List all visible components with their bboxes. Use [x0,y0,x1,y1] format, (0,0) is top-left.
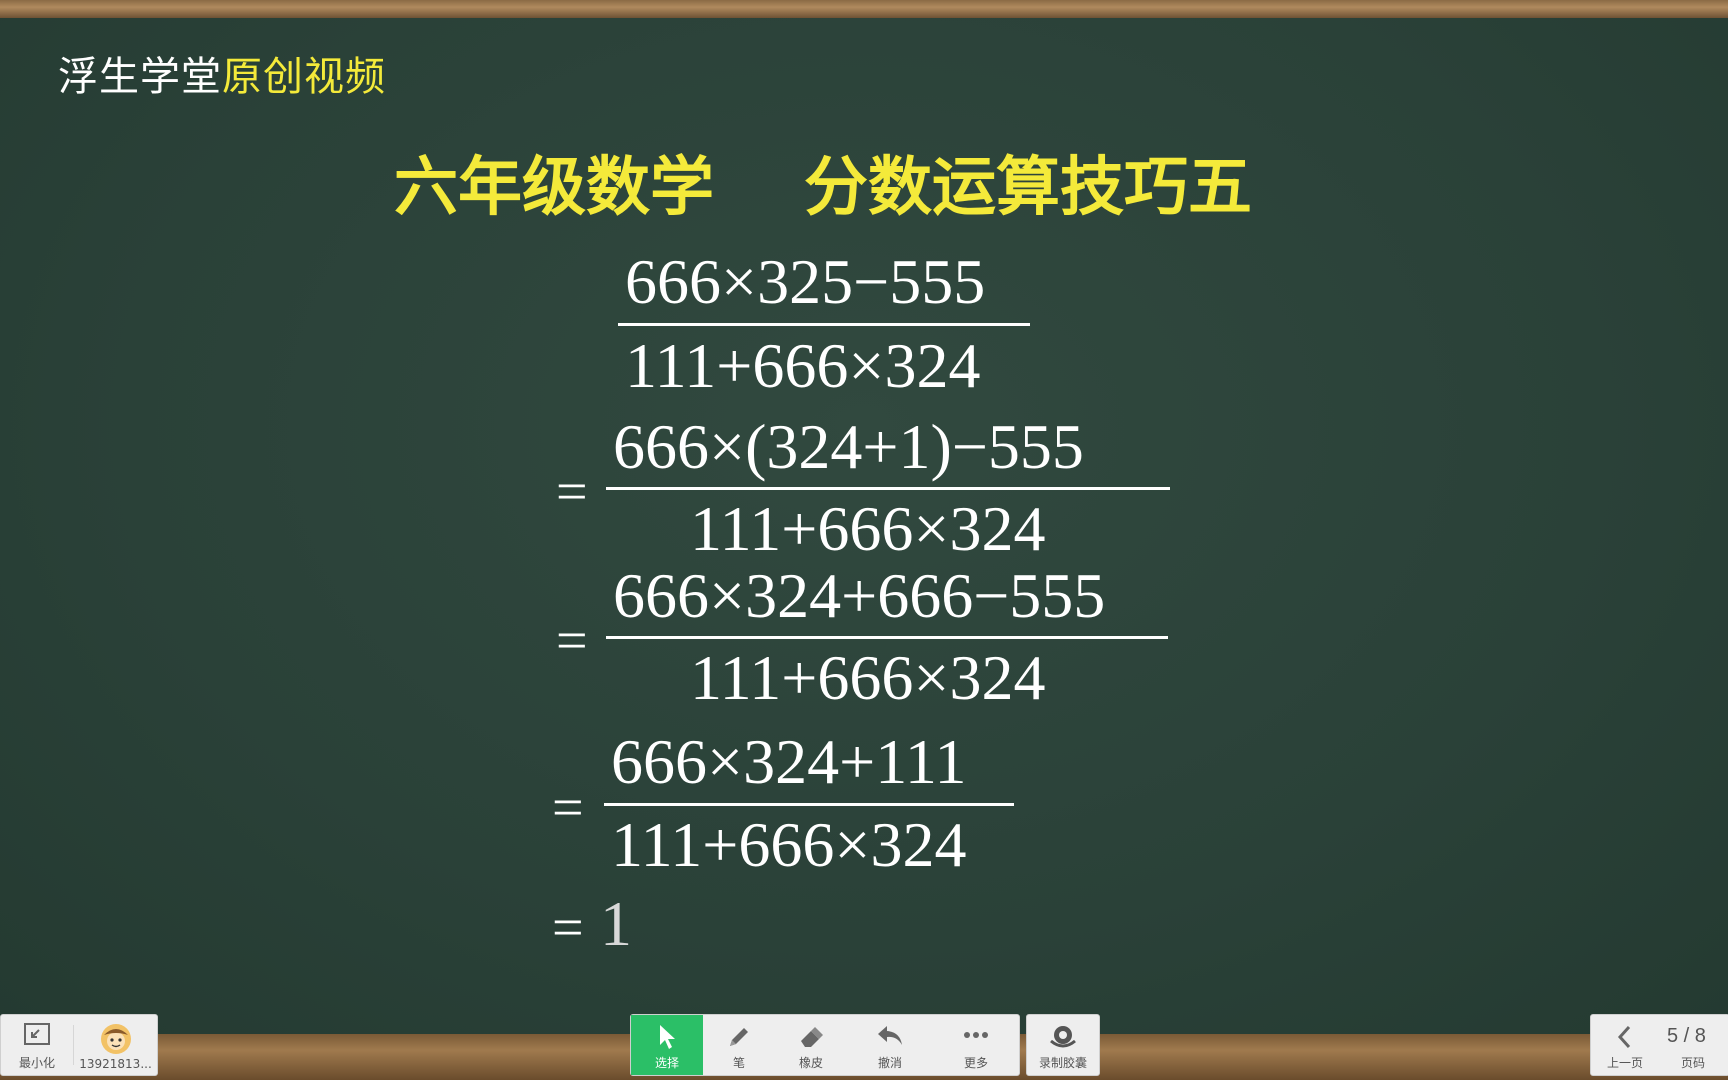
fraction4-bar [604,803,1014,806]
fraction2-bar [606,487,1170,490]
record-button[interactable]: 录制胶囊 [1027,1015,1099,1075]
fraction1-bar [618,323,1030,326]
left-toolbar: 最小化 13921813... [0,1014,158,1076]
avatar [100,1023,132,1060]
minimize-label: 最小化 [18,1056,55,1070]
board-frame-top [0,0,1728,18]
eraser-label: 橡皮 [798,1056,823,1070]
eraser-button[interactable]: 橡皮 [775,1015,847,1075]
more-icon [961,1023,991,1052]
brand-watermark: 浮生学堂原创视频 [58,44,386,102]
equals-sign-result: = [552,897,584,959]
fraction4-numerator: 666×324+111 [611,726,967,797]
equals-sign-2: = [556,461,588,523]
fraction2-numerator: 666×(324+1)−555 [613,411,1084,482]
record-icon [1048,1023,1078,1056]
pager-toolbar: 上一页 5 / 8 页码 [1590,1014,1728,1076]
more-label: 更多 [963,1056,988,1070]
fraction3-denominator: 111+666×324 [690,642,1046,713]
user-button[interactable]: 13921813... [74,1015,157,1075]
undo-button[interactable]: 撤消 [847,1015,933,1075]
select-button[interactable]: 选择 [631,1015,703,1075]
brand-tag: 原创视频 [222,54,386,100]
undo-label: 撤消 [877,1056,902,1070]
pen-button[interactable]: 笔 [703,1015,775,1075]
chevron-left-icon [1614,1023,1636,1056]
equals-sign-4: = [552,777,584,839]
fraction4-denominator: 111+666×324 [611,809,967,880]
title-grade: 六年级数学 [394,151,714,225]
eraser-icon [797,1023,825,1056]
fraction1-numerator: 666×325−555 [625,246,986,317]
select-label: 选择 [654,1056,679,1070]
minimize-icon [24,1023,50,1050]
result-value: 1 [600,888,632,959]
brand-name: 浮生学堂 [58,54,222,100]
equals-sign-3: = [556,610,588,672]
undo-icon [875,1023,905,1054]
title-topic: 分数运算技巧五 [804,151,1252,225]
fraction1-denominator: 111+666×324 [625,330,981,401]
minimize-button[interactable]: 最小化 [1,1015,73,1075]
cursor-icon [655,1023,679,1056]
center-toolbar: 选择 笔 橡皮 撤消 更多 [630,1014,1020,1076]
prev-page-label: 上一页 [1606,1056,1643,1070]
record-toolbar: 录制胶囊 [1026,1014,1100,1076]
fraction3-bar [606,636,1168,639]
page-number-label: 页码 [1680,1056,1705,1070]
page-indicator: 5 / 8 [1667,1025,1706,1047]
page-number-button[interactable]: 5 / 8 页码 [1659,1015,1727,1075]
more-button[interactable]: 更多 [933,1015,1019,1075]
pen-label: 笔 [732,1056,745,1070]
fraction3-numerator: 666×324+666−555 [613,560,1106,631]
pen-icon [725,1023,753,1056]
fraction2-denominator: 111+666×324 [690,493,1046,564]
record-label: 录制胶囊 [1038,1056,1087,1070]
prev-page-button[interactable]: 上一页 [1591,1015,1659,1075]
